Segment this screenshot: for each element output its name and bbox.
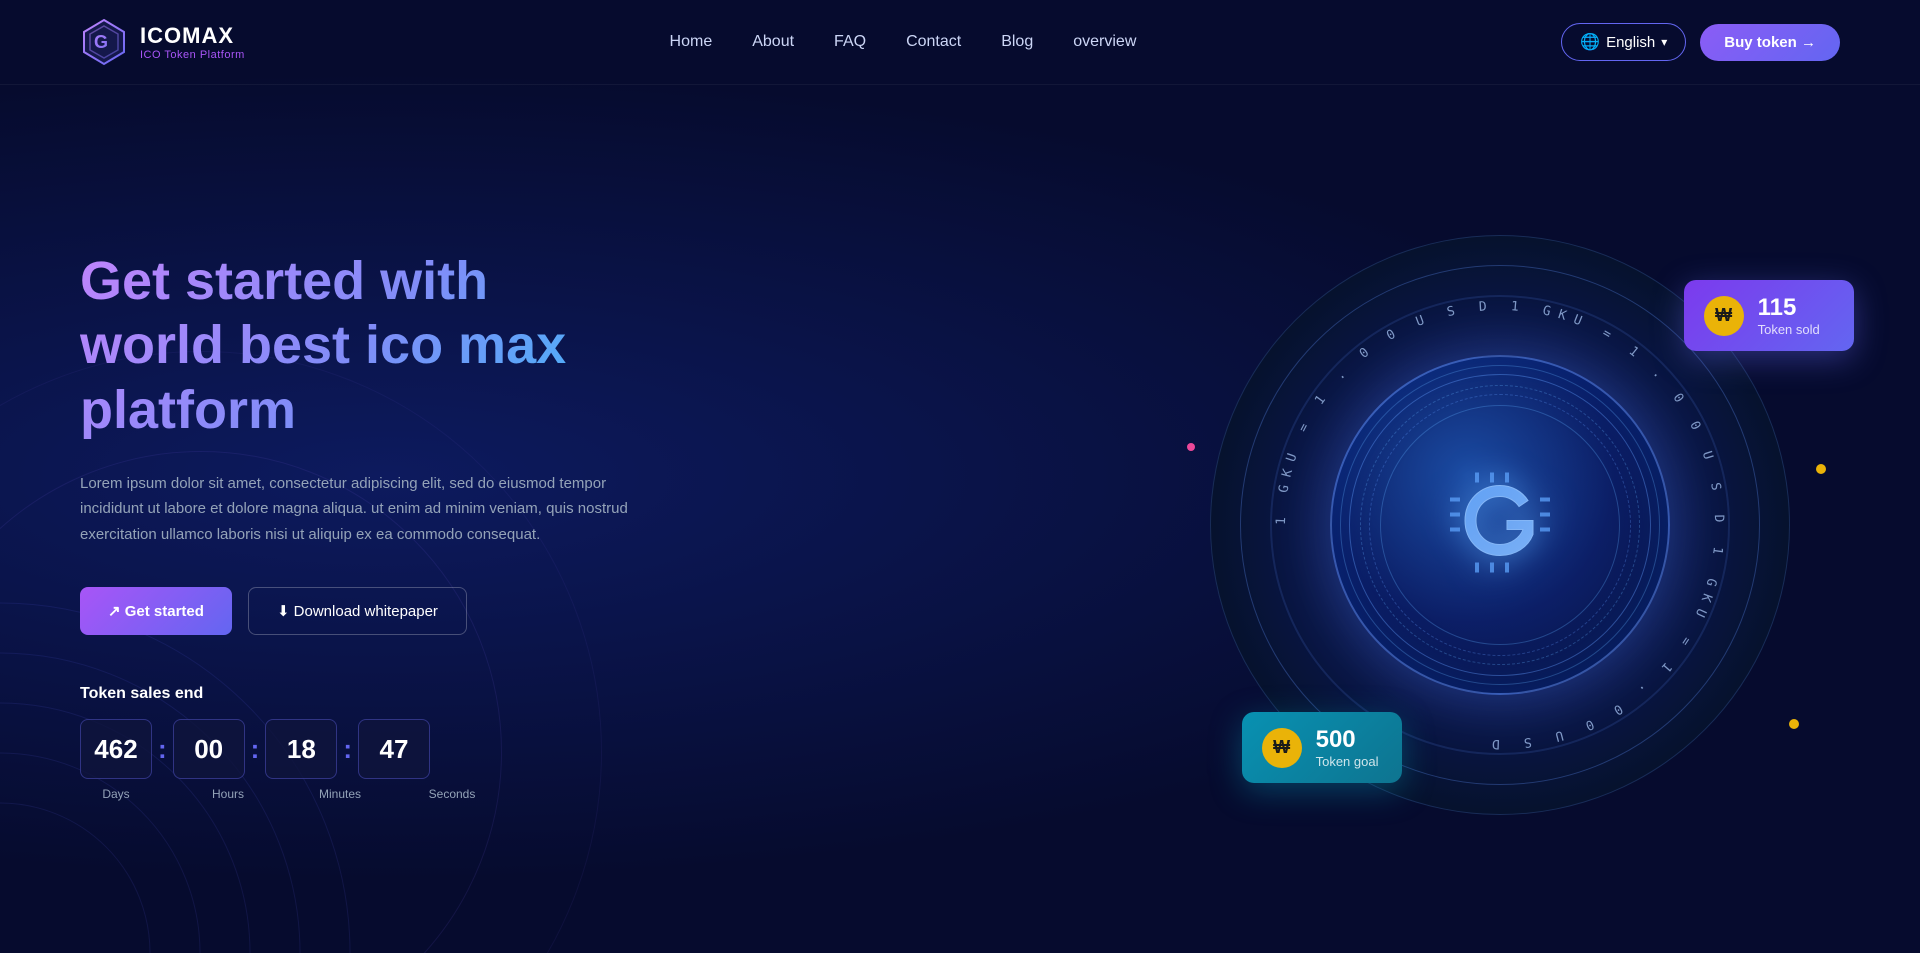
language-label: English (1606, 34, 1655, 51)
brand-subtitle: ICO Token Platform (140, 49, 245, 61)
token-goal-badge: ₩ 500 Token goal (1242, 712, 1402, 783)
countdown-days: 462 (80, 719, 152, 779)
token-sold-number: 115 (1758, 294, 1820, 322)
logo-icon: G (80, 18, 128, 66)
logo-text: ICOMAX ICO Token Platform (140, 23, 245, 61)
logo[interactable]: G ICOMAX ICO Token Platform (80, 18, 245, 66)
countdown-labels: Days Hours Minutes Seconds (80, 787, 630, 801)
token-goal-icon: ₩ (1262, 728, 1302, 768)
token-sold-label: Token sold (1758, 322, 1820, 337)
buy-token-button[interactable]: Buy token → (1700, 24, 1840, 61)
token-sales-section: Token sales end 462 : 00 : 18 : 47 Days … (80, 685, 630, 801)
get-started-button[interactable]: ↗ Get started (80, 587, 232, 635)
token-goal-text: 500 Token goal (1316, 726, 1379, 769)
countdown-sep-1: : (158, 734, 167, 765)
token-sold-text: 115 Token sold (1758, 294, 1820, 337)
token-sales-label: Token sales end (80, 685, 630, 703)
token-sold-icon: ₩ (1704, 296, 1744, 336)
svg-text:G: G (94, 32, 108, 52)
countdown-values: 462 : 00 : 18 : 47 (80, 719, 630, 779)
label-minutes: Minutes (304, 787, 376, 801)
coin-inner (1330, 355, 1670, 695)
hero-title: Get started with world best ico max plat… (80, 249, 630, 443)
hero-description: Lorem ipsum dolor sit amet, consectetur … (80, 471, 630, 548)
label-hours: Hours (192, 787, 264, 801)
nav-home[interactable]: Home (670, 33, 713, 50)
nav-links: Home About FAQ Contact Blog overview (670, 33, 1137, 51)
token-goal-label: Token goal (1316, 754, 1379, 769)
chevron-down-icon: ▾ (1661, 35, 1667, 49)
download-label: ⬇ Download whitepaper (277, 602, 438, 620)
countdown-sep-3: : (343, 734, 352, 765)
countdown-sep-2: : (251, 734, 260, 765)
label-days: Days (80, 787, 152, 801)
label-seconds: Seconds (416, 787, 488, 801)
buy-token-label: Buy token → (1724, 34, 1816, 51)
nav-blog[interactable]: Blog (1001, 33, 1033, 50)
countdown-minutes: 18 (265, 719, 337, 779)
countdown: 462 : 00 : 18 : 47 Days Hours Minutes Se… (80, 719, 630, 801)
dot-pink (1187, 443, 1195, 451)
countdown-hours: 00 (173, 719, 245, 779)
nav-contact[interactable]: Contact (906, 33, 961, 50)
token-sold-badge: ₩ 115 Token sold (1684, 280, 1854, 351)
nav-right: 🌐 English ▾ Buy token → (1561, 23, 1840, 61)
dot-yellow-bottom (1789, 719, 1799, 729)
nav-about[interactable]: About (752, 33, 794, 50)
download-whitepaper-button[interactable]: ⬇ Download whitepaper (248, 587, 467, 635)
hero-right: 1 GKU = 1 . 0 0 U S D 1 GKU = 1 . 0 0 U … (1160, 185, 1840, 865)
nav-faq[interactable]: FAQ (834, 33, 866, 50)
hero-section: Get started with world best ico max plat… (0, 85, 1920, 945)
g-symbol (1435, 458, 1565, 593)
navbar: G ICOMAX ICO Token Platform Home About F… (0, 0, 1920, 85)
get-started-label: ↗ Get started (108, 602, 204, 620)
hero-left: Get started with world best ico max plat… (80, 249, 630, 802)
dot-yellow (1816, 464, 1826, 474)
nav-overview[interactable]: overview (1073, 33, 1136, 50)
brand-name: ICOMAX (140, 23, 245, 49)
globe-icon: 🌐 (1580, 32, 1600, 52)
hero-buttons: ↗ Get started ⬇ Download whitepaper (80, 587, 630, 635)
token-goal-number: 500 (1316, 726, 1379, 754)
countdown-seconds: 47 (358, 719, 430, 779)
language-selector[interactable]: 🌐 English ▾ (1561, 23, 1686, 61)
